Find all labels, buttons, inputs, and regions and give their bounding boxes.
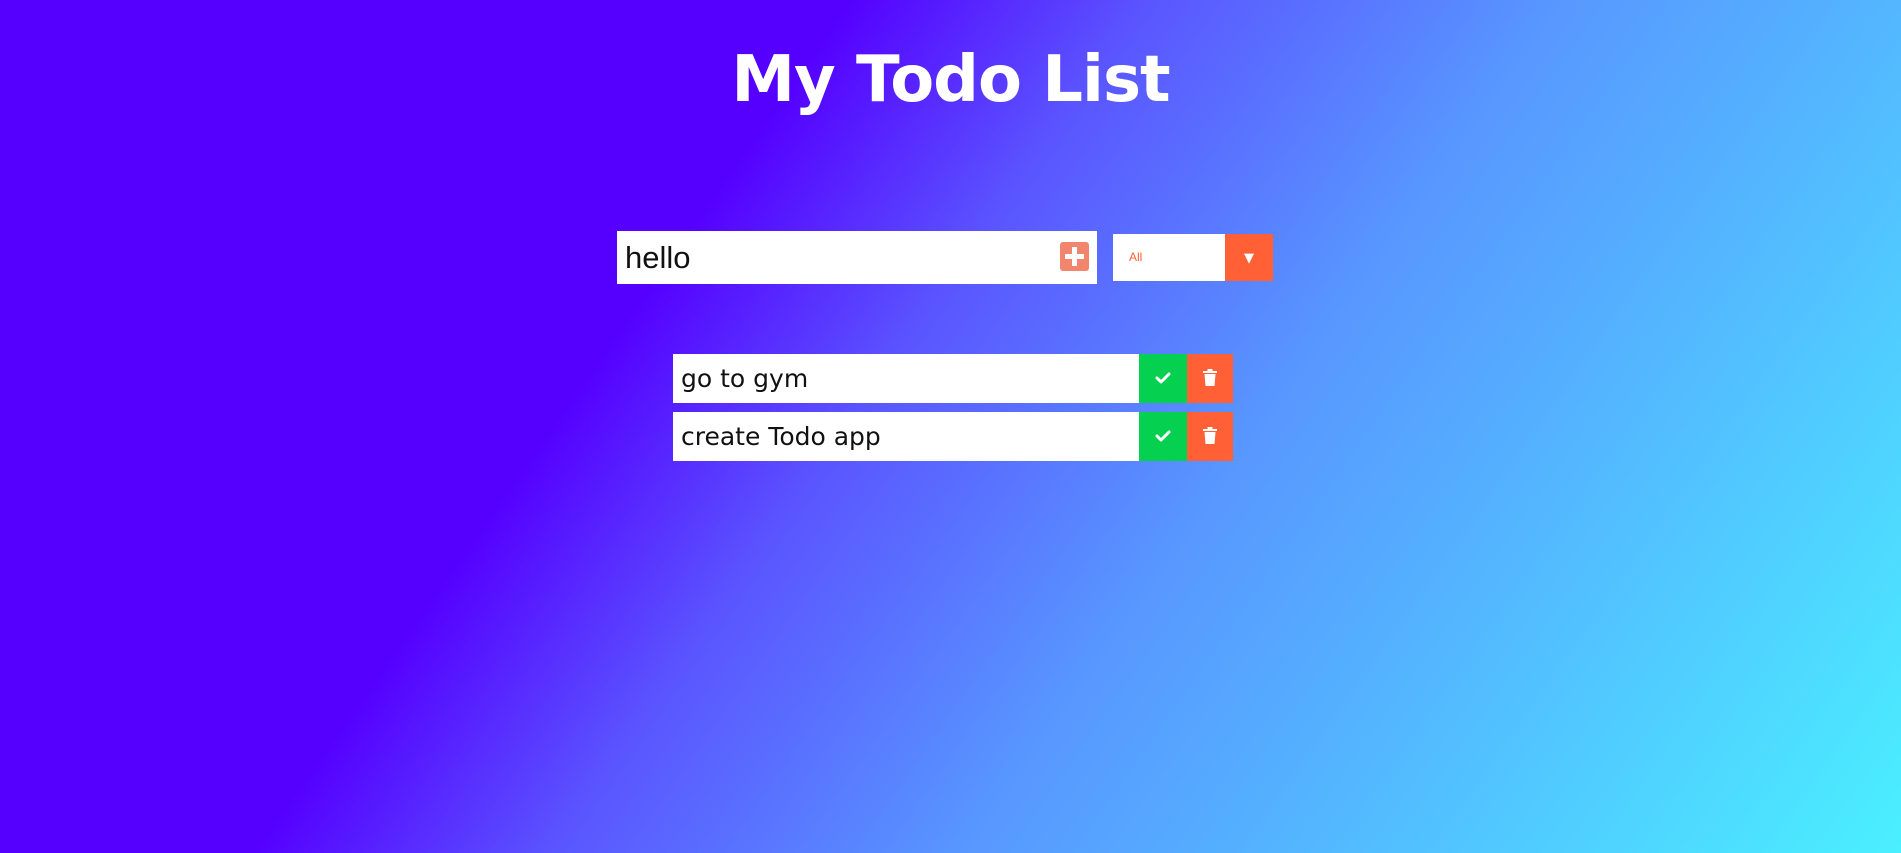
page-title: My Todo List [731,43,1170,117]
caret-down-icon[interactable]: ▼ [1225,234,1273,281]
complete-button[interactable] [1139,354,1187,403]
todo-text: create Todo app [681,422,881,451]
complete-button[interactable] [1139,412,1187,461]
trash-icon [1203,369,1217,386]
todo-input[interactable] [617,231,1037,284]
delete-button[interactable] [1187,354,1233,403]
todo-form [617,231,1097,284]
check-icon [1155,430,1171,442]
filter-select[interactable]: All ▼ [1113,234,1273,281]
check-icon [1155,372,1171,384]
filter-selected-value: All [1129,250,1143,264]
todo-item: create Todo app [673,412,1233,461]
todo-text: go to gym [681,364,809,393]
add-todo-button[interactable] [1060,242,1089,271]
delete-button[interactable] [1187,412,1233,461]
todo-list: go to gym create Todo app [673,354,1233,470]
todo-item: go to gym [673,354,1233,403]
trash-icon [1203,427,1217,444]
plus-square-icon [1065,247,1084,266]
